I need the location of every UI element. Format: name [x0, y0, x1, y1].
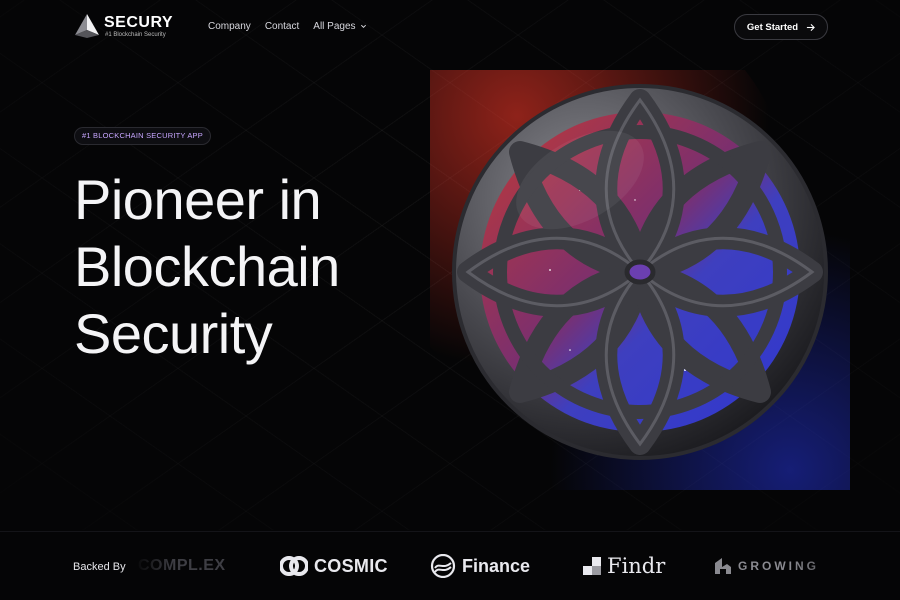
brand-tagline: #1 Blockchain Security	[105, 31, 166, 38]
cosmic-logo-icon	[280, 556, 308, 576]
nav-item-company[interactable]: Company	[208, 21, 251, 32]
hero-title-line: Security	[74, 302, 273, 365]
hero-title-line: Pioneer in	[74, 168, 322, 231]
backed-by-section: Backed By COMPL.EX COSMIC Finance Findr …	[0, 531, 900, 600]
partner-name: Findr	[607, 554, 666, 578]
partner-findr: Findr	[583, 552, 665, 580]
growing-logo-icon	[715, 558, 731, 574]
logo-fade-right	[790, 532, 900, 600]
nav-item-label: Company	[208, 21, 251, 32]
finance-logo-icon	[430, 554, 456, 578]
brand-name: SECURY	[104, 13, 174, 31]
partner-name: Finance	[462, 555, 531, 576]
nav-item-contact[interactable]: Contact	[265, 21, 299, 32]
hero-title-line: Blockchain	[74, 235, 340, 298]
partner-name: COSMIC	[314, 555, 388, 576]
get-started-button[interactable]: Get Started	[734, 14, 828, 40]
hero-title: Pioneer in Blockchain Security	[74, 166, 434, 367]
backed-by-label: Backed By	[73, 561, 126, 573]
nav-item-label: All Pages	[313, 21, 356, 32]
findr-logo-icon	[583, 557, 601, 575]
nav-item-label: Contact	[264, 21, 300, 32]
partner-finance: Finance	[430, 552, 530, 580]
nav-item-all-pages[interactable]: All Pages	[313, 21, 366, 32]
brand-logo[interactable]: SECURY #1 Blockchain Security	[74, 13, 173, 39]
arrow-right-icon	[807, 23, 815, 31]
hero-badge: #1 BLOCKCHAIN SECURITY APP	[74, 127, 211, 145]
site-header: SECURY #1 Blockchain Security Company Co…	[0, 0, 900, 56]
secury-logo-icon	[75, 14, 99, 38]
logo-fade-left	[134, 532, 174, 600]
get-started-label: Get Started	[746, 21, 799, 33]
main-nav: Company Contact All Pages	[208, 21, 367, 32]
partner-cosmic: COSMIC	[280, 552, 388, 580]
security-sphere-illustration	[430, 70, 850, 490]
chevron-down-icon	[360, 24, 366, 29]
